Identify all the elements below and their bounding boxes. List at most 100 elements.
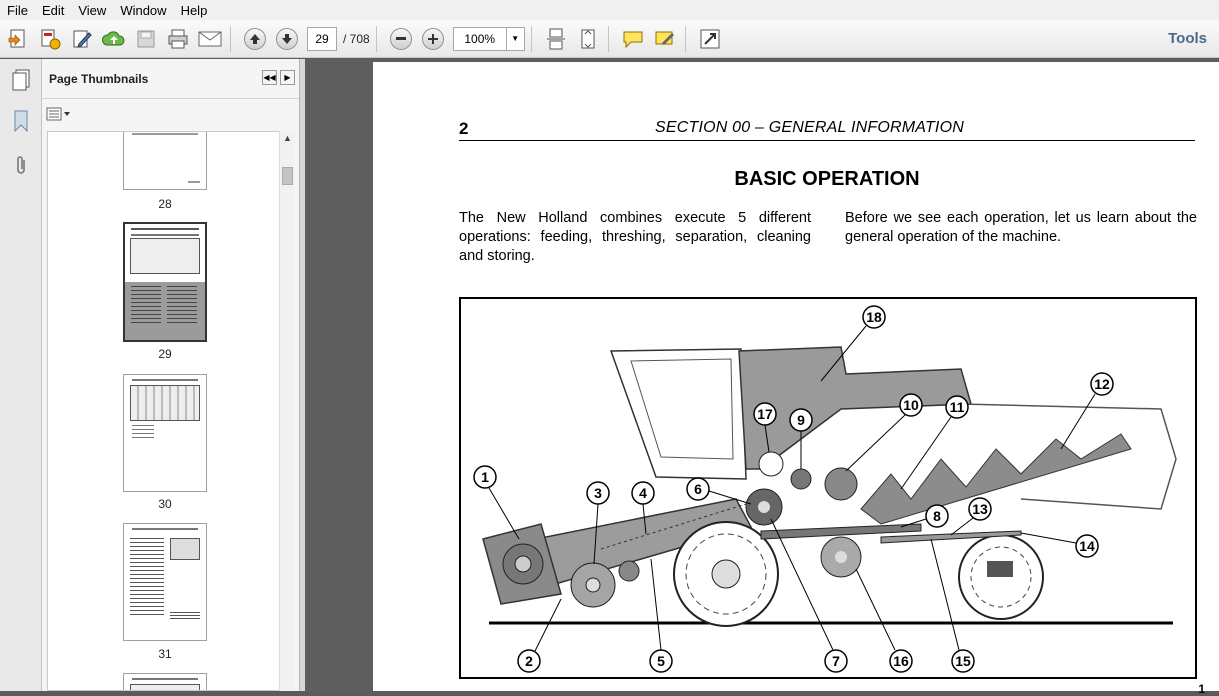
menu-help[interactable]: Help [174,3,215,18]
thumbnail-page[interactable] [123,132,207,190]
page-number-input[interactable]: 29 [307,26,337,51]
options-icon [46,107,70,121]
thumbnail-page[interactable] [123,673,207,690]
minus-icon [389,27,412,50]
arrow-down-icon [276,27,298,50]
page-title: BASIC OPERATION [734,168,920,190]
expand-button[interactable] [696,25,724,53]
toolbar-separator [375,25,377,52]
highlight-button[interactable] [651,25,679,53]
zoom-value: 100% [464,31,496,46]
tools-link[interactable]: Tools [1168,30,1207,47]
zoom-in-button[interactable] [419,25,447,53]
svg-text:14: 14 [1079,538,1095,554]
options-menu-button[interactable] [46,105,72,123]
header-rule [459,140,1195,141]
toolbar-separator [607,25,609,52]
save-button[interactable] [132,25,160,53]
navigation-rail [0,59,42,691]
svg-text:5: 5 [657,653,665,669]
svg-text:9: 9 [797,412,805,428]
svg-text:11: 11 [950,399,965,415]
svg-text:15: 15 [955,653,971,669]
combine-files-button[interactable] [36,25,64,53]
chevron-down-icon[interactable]: ▼ [505,27,524,50]
print-button[interactable] [164,25,192,53]
highlighter-icon [655,31,674,45]
thumbnail-label: 30 [158,497,172,511]
cloud-upload-icon [102,30,125,45]
page-thumbnails-icon[interactable] [9,68,33,92]
arrow-up-icon [244,27,266,50]
collapse-panel-icon[interactable]: ◀◀ [262,70,277,85]
plus-icon [421,27,444,50]
svg-text:16: 16 [893,653,909,669]
thumbnail-label: 29 [158,347,172,361]
toolbar-separator [684,25,686,52]
printer-icon [168,29,188,48]
fit-page-icon [581,29,595,48]
save-icon [137,30,155,47]
thumbnail-list: 28 29 30 31 [47,131,281,691]
paperclip-icon[interactable] [9,153,33,177]
scrolling-mode-button[interactable] [542,25,570,53]
envelope-icon [198,31,222,46]
toolbar: 29 / 708 100% ▼ [0,20,1219,58]
page-count: / 708 [343,31,370,46]
page-number: 2 [459,119,469,138]
menu-bar: File Edit View Window Help [0,0,1219,20]
document-page: 2 SECTION 00 – GENERAL INFORMATION BASIC… [373,62,1219,696]
combine-illustration: 1 2 3 4 5 6 7 8 9 10 11 12 13 14 15 16 1… [473,305,1177,673]
svg-text:17: 17 [757,406,773,422]
svg-text:10: 10 [903,397,919,413]
thumbnail-label: 31 [158,647,172,661]
svg-text:8: 8 [933,508,941,524]
thumbnail-label: 28 [158,197,172,211]
menu-file[interactable]: File [0,3,35,18]
create-pdf-icon [8,29,25,47]
page-corner-number: 1 [1198,682,1205,696]
thumbnail-scrollbar[interactable]: ▲ [279,131,295,691]
fit-page-button[interactable] [574,25,602,53]
menu-view[interactable]: View [71,3,113,18]
edit-pdf-button[interactable] [68,25,96,53]
thumbnails-panel: Page Thumbnails ◀◀ ▶ 28 29 30 31 ▲ [42,59,300,691]
hide-panel-icon[interactable]: ▶ [280,70,295,85]
svg-text:7: 7 [832,653,840,669]
svg-text:4: 4 [639,485,647,501]
svg-text:12: 12 [1094,376,1110,392]
paragraph-left: The New Holland combines execute 5 diffe… [459,210,811,264]
panel-title: Page Thumbnails [42,59,299,99]
next-page-button[interactable] [273,25,301,53]
scrollbar-thumb[interactable] [282,167,293,185]
svg-text:3: 3 [594,485,602,501]
comment-button[interactable] [619,25,647,53]
create-pdf-button[interactable] [4,25,32,53]
upload-button[interactable] [100,25,128,53]
combine-diagram: 1 2 3 4 5 6 7 8 9 10 11 12 13 14 15 16 1… [459,297,1197,679]
menu-window[interactable]: Window [113,3,173,18]
previous-page-button[interactable] [241,25,269,53]
thumbnail-page[interactable] [123,374,207,492]
svg-text:13: 13 [972,501,988,517]
panel-controls: ◀◀ ▶ [262,70,295,85]
svg-text:2: 2 [525,653,533,669]
scroll-mode-icon [546,28,565,49]
menu-edit[interactable]: Edit [35,3,71,18]
toolbar-separator [230,25,231,52]
speech-bubble-icon [623,31,643,48]
paragraph-right: Before we see each operation, let us lea… [845,210,1197,245]
thumbnail-page-selected[interactable] [123,222,207,342]
edit-icon [73,30,92,48]
svg-text:6: 6 [694,481,702,497]
svg-text:1: 1 [481,469,489,485]
thumbnail-page[interactable] [123,523,207,641]
email-button[interactable] [196,25,224,53]
expand-icon [700,29,720,48]
bookmark-icon[interactable] [9,109,33,133]
zoom-out-button[interactable] [387,25,415,53]
toolbar-separator [530,25,532,52]
svg-text:18: 18 [866,309,882,325]
scroll-up-icon[interactable]: ▲ [283,133,292,143]
zoom-select[interactable]: 100% ▼ [452,26,525,51]
